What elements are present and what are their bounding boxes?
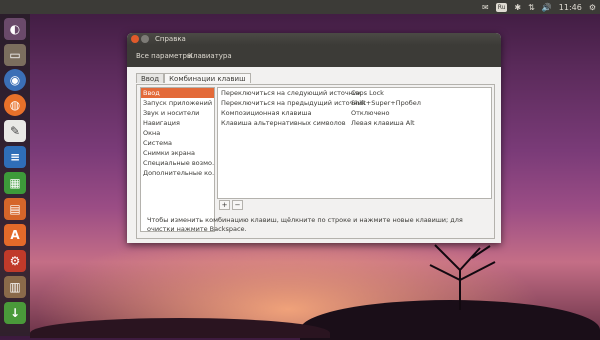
keyboard-layout-indicator[interactable]: Ru: [495, 2, 508, 12]
shortcut-name: Композиционная клавиша: [221, 109, 312, 117]
launcher: ◐ ▭ ◉ ◍ ✎ ≡ ▦ ▤ A ⚙ ▥ ↓: [0, 14, 30, 336]
hint-text: Чтобы изменить комбинацию клавиш, щёлкни…: [147, 216, 463, 233]
volume-icon[interactable]: 🔊: [542, 3, 552, 12]
network-icon[interactable]: ⇅: [528, 3, 535, 12]
shortcut-name: Переключиться на предыдущий источник: [221, 99, 366, 107]
breadcrumb-keyboard[interactable]: Клавиатура: [185, 49, 235, 63]
shortcut-key: Shift+Super+Пробел: [351, 99, 421, 107]
add-remove-toolbar: + −: [219, 200, 243, 210]
category-item[interactable]: Дополнительные ко…: [141, 168, 214, 178]
table-row[interactable]: Переключиться на предыдущий источник Shi…: [218, 98, 491, 108]
shortcut-table: Переключиться на следующий источник Caps…: [217, 87, 492, 199]
category-list: Ввод Запуск приложений Звук и носители Н…: [140, 87, 215, 232]
tab-shortcuts[interactable]: Комбинации клавиш: [164, 73, 251, 83]
category-item[interactable]: Снимки экрана: [141, 148, 214, 158]
mail-icon[interactable]: ✉: [482, 3, 489, 12]
bluetooth-icon[interactable]: ✱: [514, 3, 521, 12]
table-row[interactable]: Композиционная клавиша Отключено: [218, 108, 491, 118]
calc-icon[interactable]: ▦: [4, 172, 26, 194]
text-editor-icon[interactable]: ✎: [4, 120, 26, 142]
remove-shortcut-button[interactable]: −: [232, 200, 243, 210]
table-row[interactable]: Клавиша альтернативных символов Левая кл…: [218, 118, 491, 128]
hill-silhouette: [30, 318, 330, 338]
clock[interactable]: 11:46: [559, 3, 582, 12]
dash-home-icon[interactable]: ◐: [4, 18, 26, 40]
category-item[interactable]: Звук и носители: [141, 108, 214, 118]
system-tray: ✉ Ru ✱ ⇅ 🔊 11:46 ⚙: [482, 1, 596, 13]
shortcut-name: Переключиться на следующий источник: [221, 89, 362, 97]
gear-icon[interactable]: ⚙: [589, 3, 596, 12]
breadcrumb: Все параметры Клавиатура: [127, 45, 501, 67]
writer-icon[interactable]: ≡: [4, 146, 26, 168]
shortcut-key: Caps Lock: [351, 89, 384, 97]
download-icon[interactable]: ↓: [4, 302, 26, 324]
shortcut-key: Отключено: [351, 109, 390, 117]
impress-icon[interactable]: ▤: [4, 198, 26, 220]
settings-icon[interactable]: ⚙: [4, 250, 26, 272]
tree-silhouette: [429, 244, 496, 310]
shortcuts-panel: Ввод Запуск приложений Звук и носители Н…: [136, 84, 495, 239]
close-button[interactable]: [131, 35, 139, 43]
shortcut-key: Левая клавиша Alt: [351, 119, 415, 127]
files-icon[interactable]: ▭: [4, 44, 26, 66]
category-item[interactable]: Навигация: [141, 118, 214, 128]
software-center-icon[interactable]: A: [4, 224, 26, 246]
category-item[interactable]: Специальные возмо…: [141, 158, 214, 168]
tab-input[interactable]: Ввод: [136, 73, 165, 83]
top-panel: ✉ Ru ✱ ⇅ 🔊 11:46 ⚙: [0, 0, 600, 14]
shortcut-name: Клавиша альтернативных символов: [221, 119, 346, 127]
table-row[interactable]: Переключиться на следующий источник Caps…: [218, 88, 491, 98]
category-item[interactable]: Окна: [141, 128, 214, 138]
category-item[interactable]: Система: [141, 138, 214, 148]
tab-bar: Ввод Комбинации клавиш: [136, 73, 251, 83]
window-title: Справка: [155, 35, 186, 43]
category-item[interactable]: Ввод: [141, 88, 214, 98]
window-titlebar: Справка: [127, 33, 501, 45]
firefox-icon[interactable]: ◍: [4, 94, 26, 116]
keyboard-settings-window: Справка Все параметры Клавиатура Ввод Ко…: [127, 33, 501, 243]
system-monitor-icon[interactable]: ▥: [4, 276, 26, 298]
chromium-icon[interactable]: ◉: [4, 69, 26, 91]
category-item[interactable]: Запуск приложений: [141, 98, 214, 108]
add-shortcut-button[interactable]: +: [219, 200, 230, 210]
minimize-button[interactable]: [141, 35, 149, 43]
